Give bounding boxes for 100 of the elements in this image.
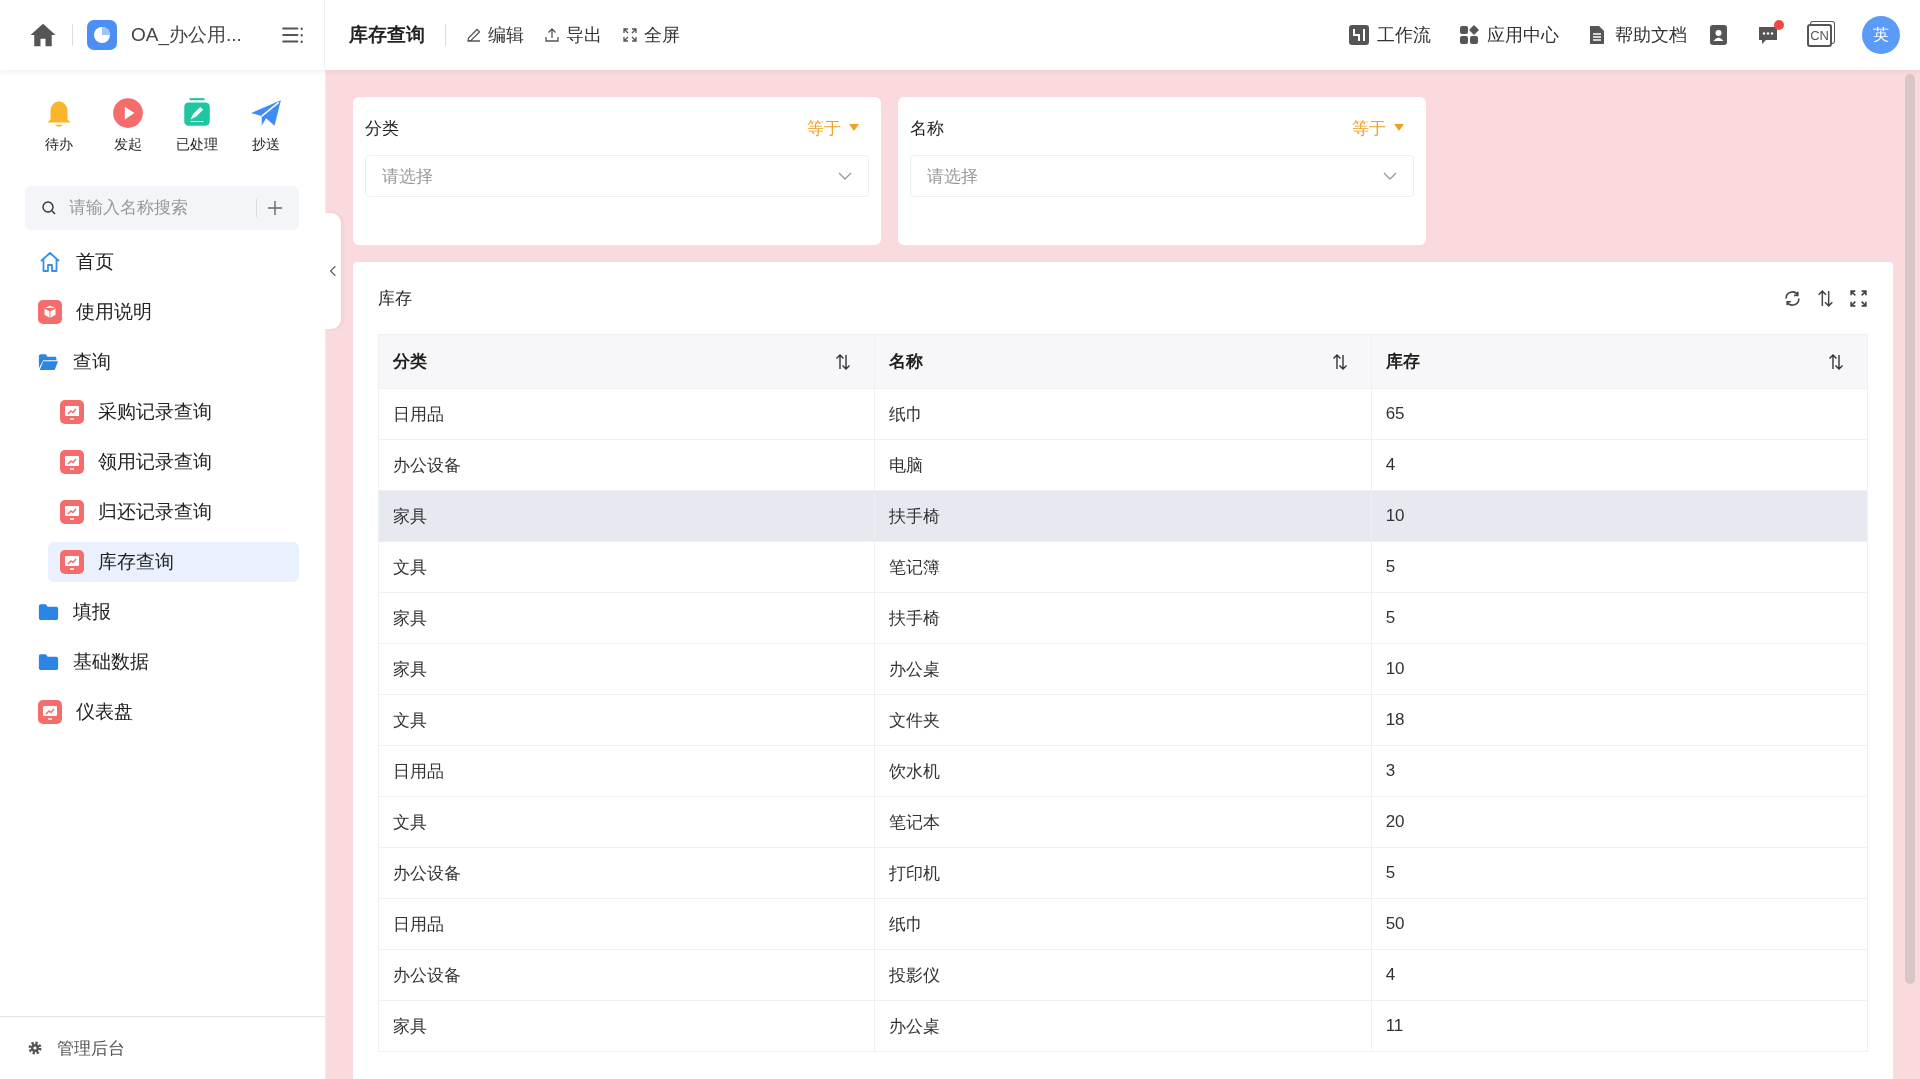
table-row[interactable]: 日用品 纸巾 65 [378, 388, 1868, 440]
table-cell: 日用品 [378, 745, 875, 797]
table-row[interactable]: 办公设备 投影仪 4 [378, 949, 1868, 1001]
table-cell: 家具 [378, 490, 875, 542]
table-cell: 11 [1371, 1000, 1868, 1052]
header-link[interactable]: 应用中心 [1459, 23, 1560, 47]
column-header[interactable]: 分类 [378, 334, 875, 389]
gear-icon [27, 1040, 43, 1056]
contacts-icon[interactable] [1707, 24, 1730, 46]
language-button[interactable]: CN [1807, 23, 1832, 47]
sidebar-item[interactable]: 领用记录查询 [48, 442, 299, 482]
table-row[interactable]: 文具 文件夹 18 [378, 694, 1868, 746]
toolbar-button[interactable]: 全屏 [622, 23, 680, 47]
sidebar-item-label: 采购记录查询 [98, 400, 212, 424]
home-icon [38, 250, 62, 274]
sidebar-item[interactable]: 查询 [36, 342, 299, 382]
header-link[interactable]: 帮助文档 [1587, 23, 1688, 47]
quick-action-button[interactable]: 待办 [36, 96, 81, 154]
table-cell: 办公桌 [874, 1000, 1372, 1052]
table-cell: 办公设备 [378, 439, 875, 491]
chart-icon [38, 700, 62, 724]
sidebar-item[interactable]: 首页 [36, 242, 299, 282]
quick-action-button[interactable]: 发起 [105, 96, 150, 154]
table-row[interactable]: 办公设备 打印机 5 [378, 847, 1868, 899]
table-row[interactable]: 文具 笔记簿 5 [378, 541, 1868, 593]
fullscreen-icon[interactable] [1849, 288, 1868, 308]
chevron-down-icon [1383, 172, 1397, 180]
table-row[interactable]: 家具 扶手椅 10 [378, 490, 1868, 542]
table-cell: 5 [1371, 847, 1868, 899]
sidebar-item-label: 查询 [73, 350, 111, 374]
sidebar-item[interactable]: 使用说明 [36, 292, 299, 332]
table-cell: 5 [1371, 541, 1868, 593]
chevron-down-icon [838, 172, 852, 180]
app-title: OA_办公用... [131, 23, 242, 48]
table-row[interactable]: 日用品 饮水机 3 [378, 745, 1868, 797]
header-link[interactable]: 工作流 [1349, 23, 1432, 47]
table-cell: 文具 [378, 541, 875, 593]
toolbar-button[interactable]: 导出 [544, 23, 602, 47]
search-icon [41, 200, 57, 216]
table-cell: 打印机 [874, 847, 1372, 899]
table-row[interactable]: 日用品 纸巾 50 [378, 898, 1868, 950]
sidebar-item[interactable]: 采购记录查询 [48, 392, 299, 432]
table-cell: 日用品 [378, 898, 875, 950]
open-folder-icon [38, 353, 59, 371]
app-logo-icon [87, 20, 117, 50]
table-cell: 50 [1371, 898, 1868, 950]
table-cell: 4 [1371, 949, 1868, 1001]
table-cell: 5 [1371, 592, 1868, 644]
sidebar-item[interactable]: 基础数据 [36, 642, 299, 682]
sidebar-item-label: 领用记录查询 [98, 450, 212, 474]
sort-icon[interactable] [834, 352, 853, 371]
chart-icon [60, 550, 84, 574]
column-header[interactable]: 库存 [1371, 334, 1868, 389]
search-field[interactable]: 请输入名称搜索 [25, 186, 299, 230]
table-row[interactable]: 办公设备 电脑 4 [378, 439, 1868, 491]
table-cell: 10 [1371, 490, 1868, 542]
table-row[interactable]: 家具 办公桌 10 [378, 643, 1868, 695]
table-cell: 办公设备 [378, 847, 875, 899]
sidebar-item[interactable]: 库存查询 [48, 542, 299, 582]
sidebar-item[interactable]: 填报 [36, 592, 299, 632]
toolbar-button[interactable]: 编辑 [466, 23, 524, 47]
table-cell: 投影仪 [874, 949, 1372, 1001]
refresh-icon[interactable] [1783, 288, 1802, 308]
table-row[interactable]: 家具 办公桌 11 [378, 1000, 1868, 1052]
table-cell: 4 [1371, 439, 1868, 491]
table-cell: 笔记本 [874, 796, 1372, 848]
column-header[interactable]: 名称 [874, 334, 1372, 389]
admin-link[interactable]: 管理后台 [27, 1036, 125, 1060]
sidebar-item-label: 使用说明 [76, 300, 152, 324]
filter-label: 分类 [365, 117, 399, 140]
plus-icon[interactable] [267, 200, 283, 216]
upload-icon [544, 27, 560, 43]
chart-icon [60, 450, 84, 474]
table-cell: 家具 [378, 592, 875, 644]
sidebar-item[interactable]: 仪表盘 [36, 692, 299, 732]
page-title: 库存查询 [349, 23, 425, 47]
quick-action-button[interactable]: 已处理 [174, 96, 219, 154]
table-cell: 文具 [378, 694, 875, 746]
table-cell: 18 [1371, 694, 1868, 746]
sidebar-item[interactable]: 归还记录查询 [48, 492, 299, 532]
sort-icon[interactable] [1827, 352, 1845, 371]
table-cell: 3 [1371, 745, 1868, 797]
search-input[interactable]: 请输入名称搜索 [67, 197, 246, 219]
sidebar-item-label: 库存查询 [98, 550, 174, 574]
table-cell: 笔记簿 [874, 541, 1372, 593]
table-cell: 电脑 [874, 439, 1372, 491]
sort-icon[interactable] [1816, 288, 1835, 308]
table-title: 库存 [378, 287, 412, 310]
table-cell: 20 [1371, 796, 1868, 848]
table-row[interactable]: 文具 笔记本 20 [378, 796, 1868, 848]
table-row[interactable]: 家具 扶手椅 5 [378, 592, 1868, 644]
filter-label: 名称 [910, 117, 944, 140]
sidebar-item-label: 仪表盘 [76, 700, 133, 724]
pencil-icon [466, 27, 482, 43]
quick-action-button[interactable]: 抄送 [243, 96, 288, 154]
grid-icon [1459, 25, 1480, 45]
caret-icon [849, 124, 859, 132]
chat-icon[interactable] [1757, 24, 1780, 46]
expand-icon [622, 27, 638, 43]
table-cell: 家具 [378, 643, 875, 695]
